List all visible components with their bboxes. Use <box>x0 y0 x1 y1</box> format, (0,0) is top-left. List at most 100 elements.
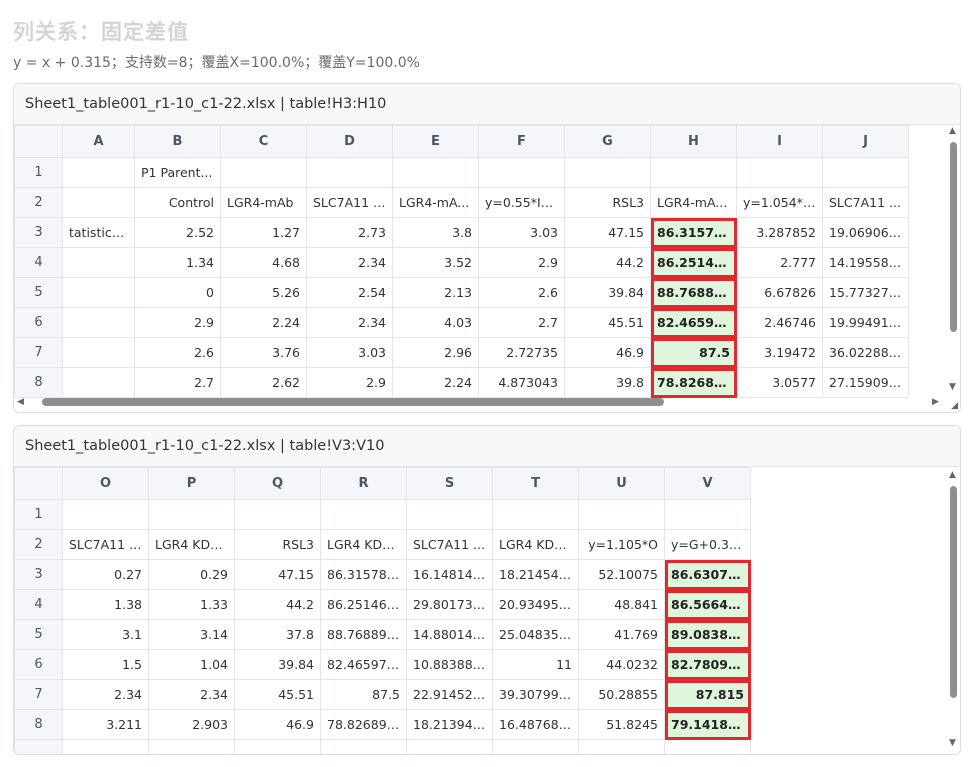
grid-cell[interactable]: 39.84 <box>564 277 651 308</box>
grid-cell[interactable] <box>148 499 235 530</box>
grid-cell[interactable]: 3.03 <box>478 217 565 248</box>
grid-cell[interactable]: 2.24 <box>220 307 307 338</box>
grid-cell[interactable] <box>564 157 651 188</box>
column-header[interactable]: O <box>62 467 149 500</box>
grid-cell[interactable]: 44.2 <box>234 589 321 620</box>
grid-cell[interactable]: 86.251468... <box>320 589 407 620</box>
grid-cell[interactable]: 11 <box>492 649 579 680</box>
grid-cell[interactable] <box>320 739 407 754</box>
grid-cell[interactable]: 3.1 <box>62 619 149 650</box>
grid-cell[interactable]: 1.27 <box>220 217 307 248</box>
column-header[interactable]: B <box>134 125 221 158</box>
grid-cell[interactable]: 19.069069... <box>822 217 909 248</box>
grid-cell[interactable]: 86.315789... <box>320 559 407 590</box>
column-header[interactable]: U <box>578 467 665 500</box>
grid-cell[interactable]: 44.2 <box>564 247 651 278</box>
grid-cell[interactable]: 3.76 <box>220 337 307 368</box>
grid-cell[interactable]: 1.34 <box>134 247 221 278</box>
grid-cell[interactable]: 10.883882... <box>406 649 493 680</box>
column-header[interactable]: D <box>306 125 393 158</box>
grid-cell[interactable]: 29.801734... <box>406 589 493 620</box>
highlighted-cell[interactable]: 87.5 <box>650 337 737 368</box>
grid-cell[interactable] <box>62 187 135 218</box>
grid-cell[interactable]: 47.15 <box>234 559 321 590</box>
scroll-left-arrow-icon[interactable]: ◀ <box>17 397 24 407</box>
column-header[interactable]: G <box>564 125 651 158</box>
row-header[interactable]: 5 <box>14 277 63 308</box>
grid-cell[interactable]: 3.19472 <box>736 337 823 368</box>
column-header[interactable]: T <box>492 467 579 500</box>
highlighted-cell[interactable]: 86.315789... <box>650 217 737 248</box>
grid-cell[interactable]: 39.8 <box>564 367 651 398</box>
grid-cell[interactable]: 36.022881... <box>822 337 909 368</box>
horizontal-scroll-thumb[interactable] <box>42 398 664 406</box>
grid-cell[interactable] <box>650 157 737 188</box>
column-header[interactable]: S <box>406 467 493 500</box>
grid-cell[interactable] <box>220 157 307 188</box>
grid-cell[interactable] <box>62 157 135 188</box>
vertical-scrollbar[interactable]: ▲ ▼ <box>948 126 958 396</box>
grid-cell[interactable]: SLC7A11 ... <box>822 187 909 218</box>
grid-cell[interactable] <box>392 157 479 188</box>
grid-cell[interactable]: 0.29 <box>148 559 235 590</box>
grid-cell[interactable] <box>62 277 135 308</box>
scroll-up-arrow-icon[interactable]: ▲ <box>949 126 956 136</box>
grid-cell[interactable]: 3.03 <box>306 337 393 368</box>
scroll-down-arrow-icon[interactable]: ▼ <box>949 738 956 748</box>
grid-cell[interactable]: 3.211 <box>62 709 149 740</box>
grid-cell[interactable]: 4.68 <box>220 247 307 278</box>
grid-cell[interactable]: 2.9 <box>134 307 221 338</box>
grid-cell[interactable]: 51.8245 <box>578 709 665 740</box>
column-header[interactable]: H <box>650 125 737 158</box>
grid-cell[interactable]: LGR4 KD+... <box>320 529 407 560</box>
grid-cell[interactable]: 3.287852 <box>736 217 823 248</box>
highlighted-cell[interactable]: 86.251468... <box>650 247 737 278</box>
vertical-scroll-thumb[interactable] <box>950 142 957 332</box>
grid-cell[interactable]: 16.487681... <box>492 709 579 740</box>
grid-cell[interactable]: 2.777 <box>736 247 823 278</box>
grid-cell[interactable]: 44.0232 <box>578 649 665 680</box>
grid-cell[interactable]: 19.994910... <box>822 307 909 338</box>
grid-cell[interactable]: 2.46746 <box>736 307 823 338</box>
row-header[interactable]: 1 <box>14 499 63 530</box>
grid-cell[interactable]: 5.26 <box>220 277 307 308</box>
grid-cell[interactable]: 25.0483559 <box>492 619 579 650</box>
grid-cell[interactable]: P1 Parent... <box>134 157 221 188</box>
grid-cell[interactable] <box>664 739 751 754</box>
row-header[interactable]: 3 <box>14 559 63 590</box>
highlighted-cell[interactable]: 86.63078... <box>664 559 751 590</box>
grid-cell[interactable]: LGR4-mA... <box>650 187 737 218</box>
row-header[interactable]: 4 <box>14 247 63 278</box>
grid-cell[interactable] <box>234 739 321 754</box>
grid-cell[interactable]: y=G+0.315 <box>664 529 751 560</box>
grid-cell[interactable]: 2.903 <box>148 709 235 740</box>
highlighted-cell[interactable]: 87.815 <box>664 679 751 710</box>
column-header[interactable]: A <box>62 125 135 158</box>
grid-cell[interactable]: 52.10075 <box>578 559 665 590</box>
highlighted-cell[interactable]: 88.76889... <box>650 277 737 308</box>
grid-cell[interactable] <box>62 367 135 398</box>
grid-cell[interactable]: 37.8 <box>234 619 321 650</box>
grid-cell[interactable]: 2.72735 <box>478 337 565 368</box>
grid-cell[interactable]: 1.38 <box>62 589 149 620</box>
horizontal-scrollbar[interactable]: ◀ ▶ <box>17 397 948 407</box>
grid-cell[interactable]: 4.873043 <box>478 367 565 398</box>
highlighted-cell[interactable]: 82.78097... <box>664 649 751 680</box>
grid-cell[interactable]: 3.8 <box>392 217 479 248</box>
corner-cell[interactable] <box>14 125 63 158</box>
grid-cell[interactable] <box>62 307 135 338</box>
grid-cell[interactable] <box>406 499 493 530</box>
grid-cell[interactable] <box>62 337 135 368</box>
grid-cell[interactable] <box>736 157 823 188</box>
grid-cell[interactable]: 3.52 <box>392 247 479 278</box>
scroll-right-arrow-icon[interactable]: ▶ <box>932 397 939 407</box>
grid-cell[interactable]: 2.24 <box>392 367 479 398</box>
highlighted-cell[interactable]: 79.141895... <box>664 709 751 740</box>
row-header[interactable]: 8 <box>14 709 63 740</box>
column-header[interactable]: R <box>320 467 407 500</box>
grid-cell[interactable]: 2.9 <box>478 247 565 278</box>
scroll-up-arrow-icon[interactable]: ▲ <box>949 470 956 480</box>
column-header[interactable]: Q <box>234 467 321 500</box>
grid-cell[interactable]: 45.51 <box>564 307 651 338</box>
grid-cell[interactable] <box>62 499 149 530</box>
